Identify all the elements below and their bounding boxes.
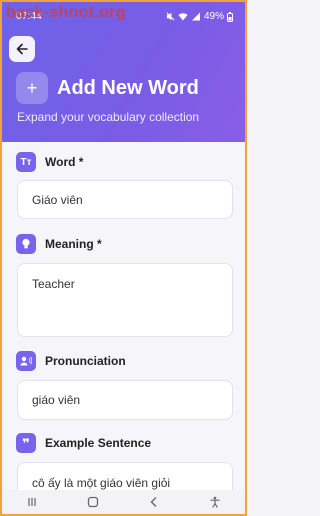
page-subtitle: Expand your vocabulary collection bbox=[17, 110, 200, 124]
word-label-text: Word * bbox=[45, 155, 84, 169]
back-nav-icon[interactable] bbox=[148, 496, 160, 508]
pronunciation-label: Pronunciation bbox=[16, 351, 126, 371]
battery-icon bbox=[227, 11, 233, 22]
word-label: Tт Word * bbox=[16, 152, 83, 172]
mute-icon bbox=[166, 12, 175, 21]
pronunciation-input[interactable]: giáo viên bbox=[17, 380, 233, 420]
meaning-label-text: Meaning * bbox=[45, 237, 102, 251]
pronunciation-value: giáo viên bbox=[32, 393, 81, 407]
system-nav-bar bbox=[2, 490, 245, 514]
arrow-left-icon bbox=[16, 43, 28, 55]
header: 07:44 49% back-shoot.org + Add New Word … bbox=[2, 2, 245, 142]
title-row: + Add New Word bbox=[16, 72, 199, 104]
wifi-icon bbox=[178, 13, 188, 21]
speaker-icon bbox=[16, 351, 36, 371]
word-input[interactable]: Giáo viên bbox=[17, 180, 233, 219]
page-title: Add New Word bbox=[57, 76, 199, 99]
form-content: Tт Word * Giáo viên Meaning * Teacher Pr… bbox=[2, 142, 245, 502]
accessibility-icon[interactable] bbox=[209, 496, 221, 508]
meaning-label: Meaning * bbox=[16, 234, 102, 254]
example-label: ❞ Example Sentence bbox=[16, 433, 151, 453]
lightbulb-icon bbox=[16, 234, 36, 254]
meaning-input[interactable]: Teacher bbox=[17, 263, 233, 337]
word-value: Giáo viên bbox=[32, 192, 83, 207]
quote-icon: ❞ bbox=[16, 433, 36, 453]
example-value: cô ấy là một giáo viên giỏi bbox=[32, 476, 171, 490]
example-label-text: Example Sentence bbox=[45, 436, 152, 450]
pronunciation-label-text: Pronunciation bbox=[45, 354, 126, 368]
back-button[interactable] bbox=[9, 36, 35, 62]
text-icon: Tт bbox=[16, 152, 36, 172]
watermark: back-shoot.org bbox=[6, 4, 126, 21]
signal-icon bbox=[191, 12, 200, 21]
meaning-value: Teacher bbox=[32, 277, 75, 291]
add-icon: + bbox=[16, 72, 48, 104]
recent-apps-icon[interactable] bbox=[26, 496, 38, 508]
home-icon[interactable] bbox=[87, 496, 99, 508]
battery-level: 49% bbox=[203, 11, 224, 22]
status-icons: 49% bbox=[166, 11, 233, 22]
